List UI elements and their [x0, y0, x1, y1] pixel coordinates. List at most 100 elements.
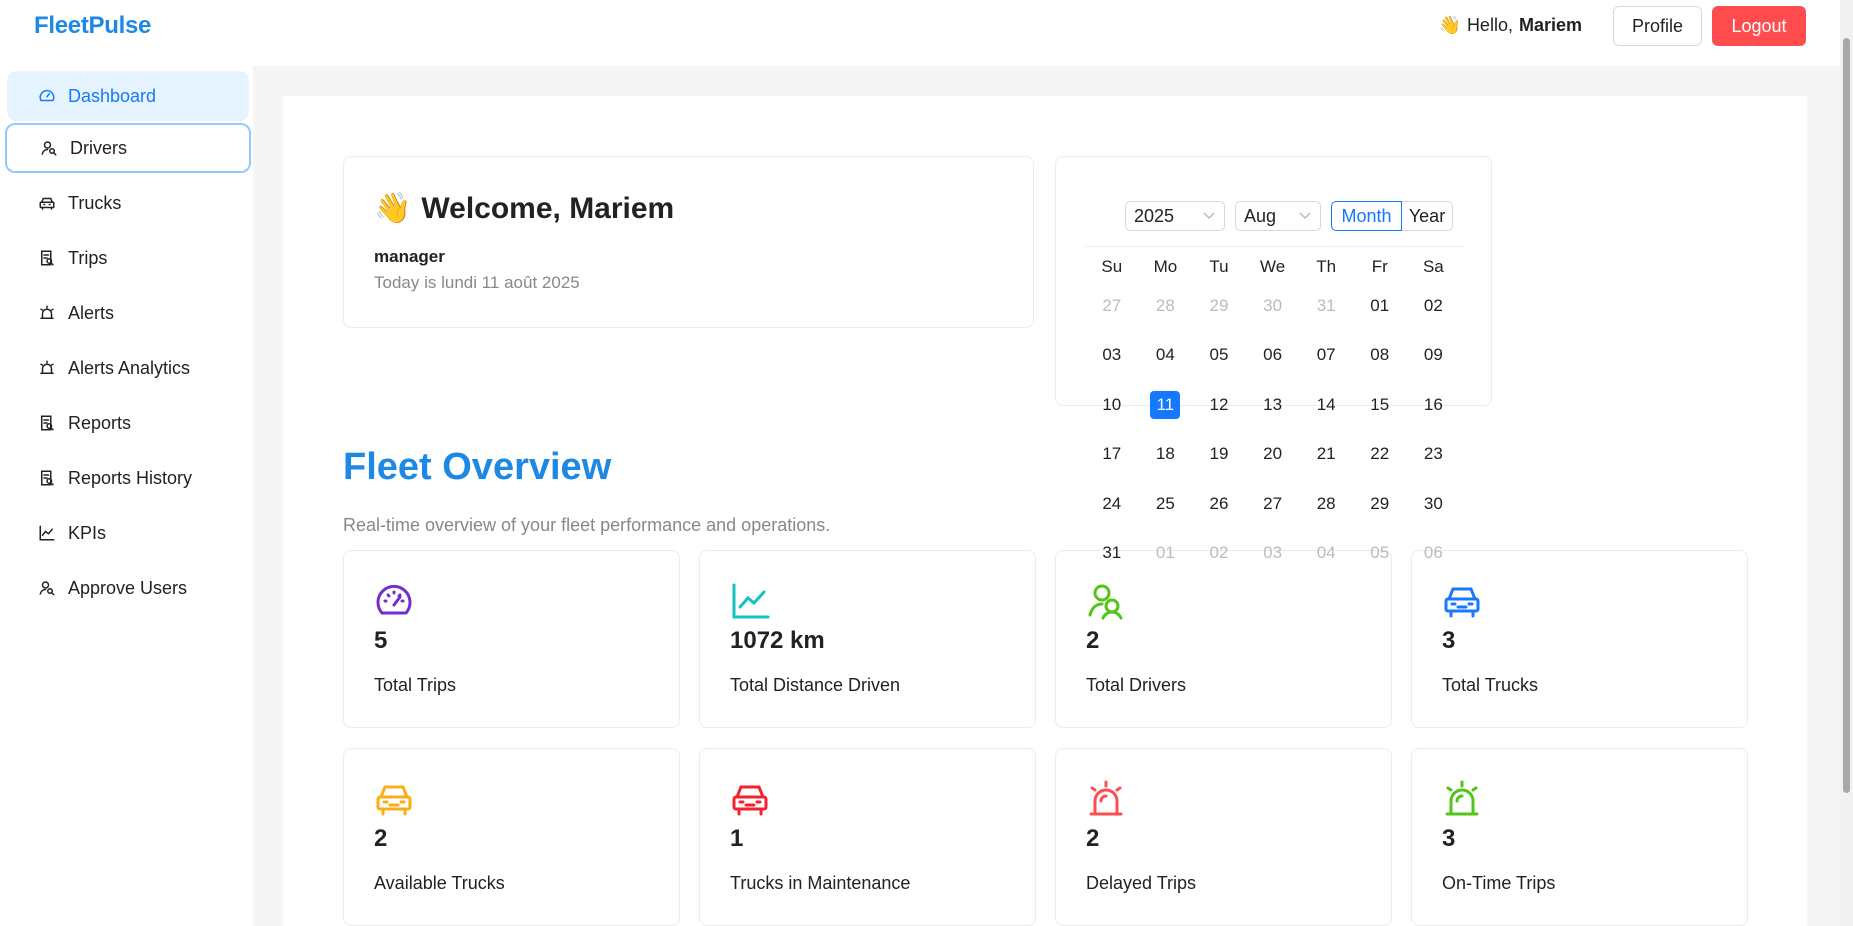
stat-label: Delayed Trips — [1086, 873, 1197, 893]
report-icon — [37, 468, 57, 488]
welcome-card: 👋 Welcome, Mariem manager Today is lundi… — [343, 156, 1034, 328]
calendar-day[interactable]: 18 — [1139, 430, 1193, 480]
sidebar-item-label: Alerts Analytics — [68, 357, 191, 378]
sidebar-item-dashboard[interactable]: Dashboard — [7, 71, 249, 121]
calendar-mode-switch: Month Year — [1331, 201, 1453, 231]
calendar-day[interactable]: 13 — [1246, 380, 1300, 430]
year-select[interactable]: 2025 — [1125, 201, 1225, 231]
stat-card-on-time-trips: 3 On-Time Trips — [1411, 748, 1748, 926]
calendar-day[interactable]: 27 — [1246, 479, 1300, 529]
overview-title: Fleet Overview — [343, 446, 612, 488]
calendar-day[interactable]: 05 — [1353, 529, 1407, 579]
mode-year-button[interactable]: Year — [1402, 201, 1453, 231]
calendar-day[interactable]: 02 — [1407, 281, 1461, 331]
wave-emoji: 👋 — [1438, 15, 1461, 35]
truck-icon — [730, 779, 770, 819]
logout-button[interactable]: Logout — [1712, 6, 1806, 46]
calendar-day[interactable]: 03 — [1085, 331, 1139, 381]
calendar-day[interactable]: 15 — [1353, 380, 1407, 430]
user-icon — [37, 578, 57, 598]
welcome-text: Welcome, Mariem — [421, 191, 675, 225]
calendar-day[interactable]: 08 — [1353, 331, 1407, 381]
stat-value: 5 — [374, 627, 388, 654]
calendar-day[interactable]: 31 — [1299, 281, 1353, 331]
calendar-day[interactable]: 26 — [1192, 479, 1246, 529]
sidebar-item-drivers[interactable]: Drivers — [5, 123, 251, 173]
weekday-label: Mo — [1153, 257, 1178, 276]
calendar-day[interactable]: 19 — [1192, 430, 1246, 480]
calendar-day[interactable]: 25 — [1139, 479, 1193, 529]
calendar-day[interactable]: 14 — [1299, 380, 1353, 430]
stat-card-delayed-trips: 2 Delayed Trips — [1055, 748, 1392, 926]
truck-icon — [374, 779, 414, 819]
scrollbar-thumb[interactable] — [1843, 38, 1850, 793]
sidebar-item-label: Reports History — [68, 467, 193, 488]
sidebar-item-trips[interactable]: Trips — [7, 233, 249, 283]
calendar-day[interactable]: 29 — [1353, 479, 1407, 529]
calendar-day[interactable]: 06 — [1407, 529, 1461, 579]
calendar-day[interactable]: 01 — [1139, 529, 1193, 579]
stat-card-available-trucks: 2 Available Trucks — [343, 748, 680, 926]
stat-label: On-Time Trips — [1442, 873, 1556, 893]
calendar-day[interactable]: 07 — [1299, 331, 1353, 381]
stat-card-total-trips: 5 Total Trips — [343, 550, 680, 728]
calendar-day[interactable]: 20 — [1246, 430, 1300, 480]
calendar-day[interactable]: 12 — [1192, 380, 1246, 430]
sidebar-item-trucks[interactable]: Trucks — [7, 178, 249, 228]
weekday-label: We — [1259, 257, 1286, 276]
calendar-day[interactable]: 30 — [1246, 281, 1300, 331]
stat-card-trucks-maintenance: 1 Trucks in Maintenance — [699, 748, 1036, 926]
calendar-day[interactable]: 04 — [1139, 331, 1193, 381]
calendar-day[interactable]: 03 — [1246, 529, 1300, 579]
calendar: 2025 Aug Month Year Su Mo Tu We Th Fr Sa… — [1085, 200, 1463, 578]
sidebar: Dashboard Drivers Trucks Trips Alerts Al… — [0, 66, 253, 926]
weekday-label: Sa — [1422, 257, 1444, 276]
trip-icon — [37, 248, 57, 268]
mode-month-button[interactable]: Month — [1331, 201, 1402, 231]
calendar-day[interactable]: 29 — [1192, 281, 1246, 331]
calendar-day[interactable]: 28 — [1299, 479, 1353, 529]
sidebar-item-alerts[interactable]: Alerts — [7, 288, 249, 338]
sidebar-item-label: Trucks — [68, 192, 122, 213]
stat-label: Total Trips — [374, 675, 457, 695]
calendar-day[interactable]: 21 — [1299, 430, 1353, 480]
dashboard-icon — [374, 581, 414, 621]
calendar-day[interactable]: 09 — [1407, 331, 1461, 381]
sidebar-item-alerts-analytics[interactable]: Alerts Analytics — [7, 343, 249, 393]
calendar-header: 2025 Aug Month Year — [1085, 200, 1463, 232]
calendar-day[interactable]: 31 — [1085, 529, 1139, 579]
calendar-day[interactable]: 06 — [1246, 331, 1300, 381]
user-role: manager — [374, 247, 445, 266]
app-logo[interactable]: FleetPulse — [34, 12, 151, 40]
sidebar-item-kpis[interactable]: KPIs — [7, 508, 249, 558]
stat-value: 2 — [1086, 627, 1100, 654]
calendar-day[interactable]: 04 — [1299, 529, 1353, 579]
calendar-day[interactable]: 23 — [1407, 430, 1461, 480]
calendar-day[interactable]: 22 — [1353, 430, 1407, 480]
wave-emoji: 👋 — [374, 192, 412, 225]
calendar-day[interactable]: 05 — [1192, 331, 1246, 381]
sidebar-item-reports-history[interactable]: Reports History — [7, 453, 249, 503]
top-header: FleetPulse 👋 Hello, Mariem Profile Logou… — [0, 0, 1840, 66]
page-scrollbar[interactable] — [1840, 0, 1853, 926]
sidebar-item-approve-users[interactable]: Approve Users — [7, 563, 249, 613]
stat-value: 1072 km — [730, 627, 825, 654]
calendar-day[interactable]: 27 — [1085, 281, 1139, 331]
calendar-day[interactable]: 24 — [1085, 479, 1139, 529]
stat-value: 2 — [1086, 825, 1100, 852]
profile-button[interactable]: Profile — [1613, 6, 1702, 46]
calendar-divider — [1085, 246, 1463, 247]
stat-value: 3 — [1442, 825, 1456, 852]
calendar-day[interactable]: 02 — [1192, 529, 1246, 579]
calendar-day[interactable]: 17 — [1085, 430, 1139, 480]
sidebar-item-reports[interactable]: Reports — [7, 398, 249, 448]
line-chart-icon — [730, 581, 770, 621]
sidebar-item-label: Drivers — [70, 137, 127, 158]
calendar-day[interactable]: 28 — [1139, 281, 1193, 331]
calendar-day-selected[interactable]: 11 — [1139, 380, 1193, 430]
month-select[interactable]: Aug — [1235, 201, 1321, 231]
calendar-day[interactable]: 10 — [1085, 380, 1139, 430]
calendar-day[interactable]: 30 — [1407, 479, 1461, 529]
calendar-day[interactable]: 01 — [1353, 281, 1407, 331]
calendar-day[interactable]: 16 — [1407, 380, 1461, 430]
